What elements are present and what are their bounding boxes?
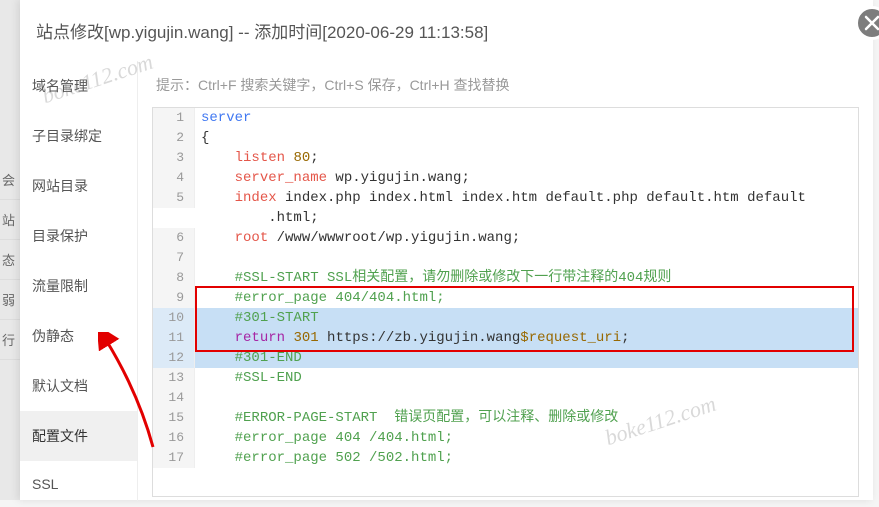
line-number: 17 [153, 448, 195, 468]
editor-inner: 1server2{3 listen 80;4 server_name wp.yi… [153, 108, 858, 468]
line-number: 16 [153, 428, 195, 448]
sidebar-item-4[interactable]: 流量限制 [20, 261, 137, 311]
code-text [195, 388, 235, 408]
line-number: 6 [153, 228, 195, 248]
code-text: server_name wp.yigujin.wang; [195, 168, 470, 188]
code-text: root /www/wwwroot/wp.yigujin.wang; [195, 228, 520, 248]
code-line[interactable]: 7 [153, 248, 858, 268]
code-text: listen 80; [195, 148, 319, 168]
code-text: #SSL-START SSL相关配置，请勿删除或修改下一行带注释的404规则 [195, 268, 671, 288]
bg-item: 站 [0, 200, 20, 240]
bg-item: 会 [0, 160, 20, 200]
code-text: #ERROR-PAGE-START 错误页配置，可以注释、删除或修改 [195, 408, 618, 428]
code-line[interactable]: 1server [153, 108, 858, 128]
sidebar-item-6[interactable]: 默认文档 [20, 361, 137, 411]
code-line[interactable]: .html; [153, 208, 858, 228]
code-line[interactable]: 10 #301-START [153, 308, 858, 328]
line-number: 3 [153, 148, 195, 168]
code-line[interactable]: 3 listen 80; [153, 148, 858, 168]
line-number: 11 [153, 328, 195, 348]
hint-text: 提示：Ctrl+F 搜索关键字，Ctrl+S 保存，Ctrl+H 查找替换 [152, 61, 859, 107]
code-line[interactable]: 15 #ERROR-PAGE-START 错误页配置，可以注释、删除或修改 [153, 408, 858, 428]
sidebar-item-2[interactable]: 网站目录 [20, 161, 137, 211]
line-number: 7 [153, 248, 195, 268]
line-number: 13 [153, 368, 195, 388]
line-number: 15 [153, 408, 195, 428]
code-line[interactable]: 5 index index.php index.html index.htm d… [153, 188, 858, 208]
close-icon [864, 15, 879, 31]
bg-item: 弱 [0, 280, 20, 320]
line-number: 4 [153, 168, 195, 188]
sidebar-item-7[interactable]: 配置文件 [20, 411, 137, 461]
bg-item: 行 [0, 320, 20, 360]
line-number: 14 [153, 388, 195, 408]
code-text: .html; [195, 208, 319, 228]
line-number: 8 [153, 268, 195, 288]
line-number: 2 [153, 128, 195, 148]
code-editor[interactable]: 1server2{3 listen 80;4 server_name wp.yi… [152, 107, 859, 497]
sidebar-item-1[interactable]: 子目录绑定 [20, 111, 137, 161]
background-page-strip: 会 站 态 弱 行 [0, 0, 20, 500]
line-number: 1 [153, 108, 195, 128]
code-text: server [195, 108, 251, 128]
sidebar-nav: 域名管理子目录绑定网站目录目录保护流量限制伪静态默认文档配置文件SSL [20, 61, 138, 501]
line-number: 12 [153, 348, 195, 368]
line-number: 10 [153, 308, 195, 328]
code-line[interactable]: 17 #error_page 502 /502.html; [153, 448, 858, 468]
site-edit-modal: 站点修改[wp.yigujin.wang] -- 添加时间[2020-06-29… [20, 0, 873, 500]
code-text: #error_page 404 /404.html; [195, 428, 453, 448]
code-line[interactable]: 8 #SSL-START SSL相关配置，请勿删除或修改下一行带注释的404规则 [153, 268, 858, 288]
sidebar-item-8[interactable]: SSL [20, 461, 137, 507]
code-line[interactable]: 6 root /www/wwwroot/wp.yigujin.wang; [153, 228, 858, 248]
code-line[interactable]: 12 #301-END [153, 348, 858, 368]
code-line[interactable]: 2{ [153, 128, 858, 148]
code-line[interactable]: 16 #error_page 404 /404.html; [153, 428, 858, 448]
code-text: #301-START [195, 308, 319, 328]
sidebar-item-5[interactable]: 伪静态 [20, 311, 137, 361]
code-text: #error_page 404/404.html; [195, 288, 445, 308]
sidebar-item-3[interactable]: 目录保护 [20, 211, 137, 261]
code-text [195, 248, 235, 268]
code-text: index index.php index.html index.htm def… [195, 188, 806, 208]
code-line[interactable]: 11 return 301 https://zb.yigujin.wang$re… [153, 328, 858, 348]
line-number: 5 [153, 188, 195, 208]
code-line[interactable]: 13 #SSL-END [153, 368, 858, 388]
code-text: #301-END [195, 348, 302, 368]
code-text: #SSL-END [195, 368, 302, 388]
code-line[interactable]: 14 [153, 388, 858, 408]
code-text: { [195, 128, 209, 148]
content-panel: 提示：Ctrl+F 搜索关键字，Ctrl+S 保存，Ctrl+H 查找替换 1s… [138, 61, 873, 501]
code-line[interactable]: 9 #error_page 404/404.html; [153, 288, 858, 308]
line-number: 9 [153, 288, 195, 308]
sidebar-item-0[interactable]: 域名管理 [20, 61, 137, 111]
code-text: #error_page 502 /502.html; [195, 448, 453, 468]
bg-item: 态 [0, 240, 20, 280]
modal-title: 站点修改[wp.yigujin.wang] -- 添加时间[2020-06-29… [20, 0, 873, 61]
code-text: return 301 https://zb.yigujin.wang$reque… [195, 328, 630, 348]
code-line[interactable]: 4 server_name wp.yigujin.wang; [153, 168, 858, 188]
